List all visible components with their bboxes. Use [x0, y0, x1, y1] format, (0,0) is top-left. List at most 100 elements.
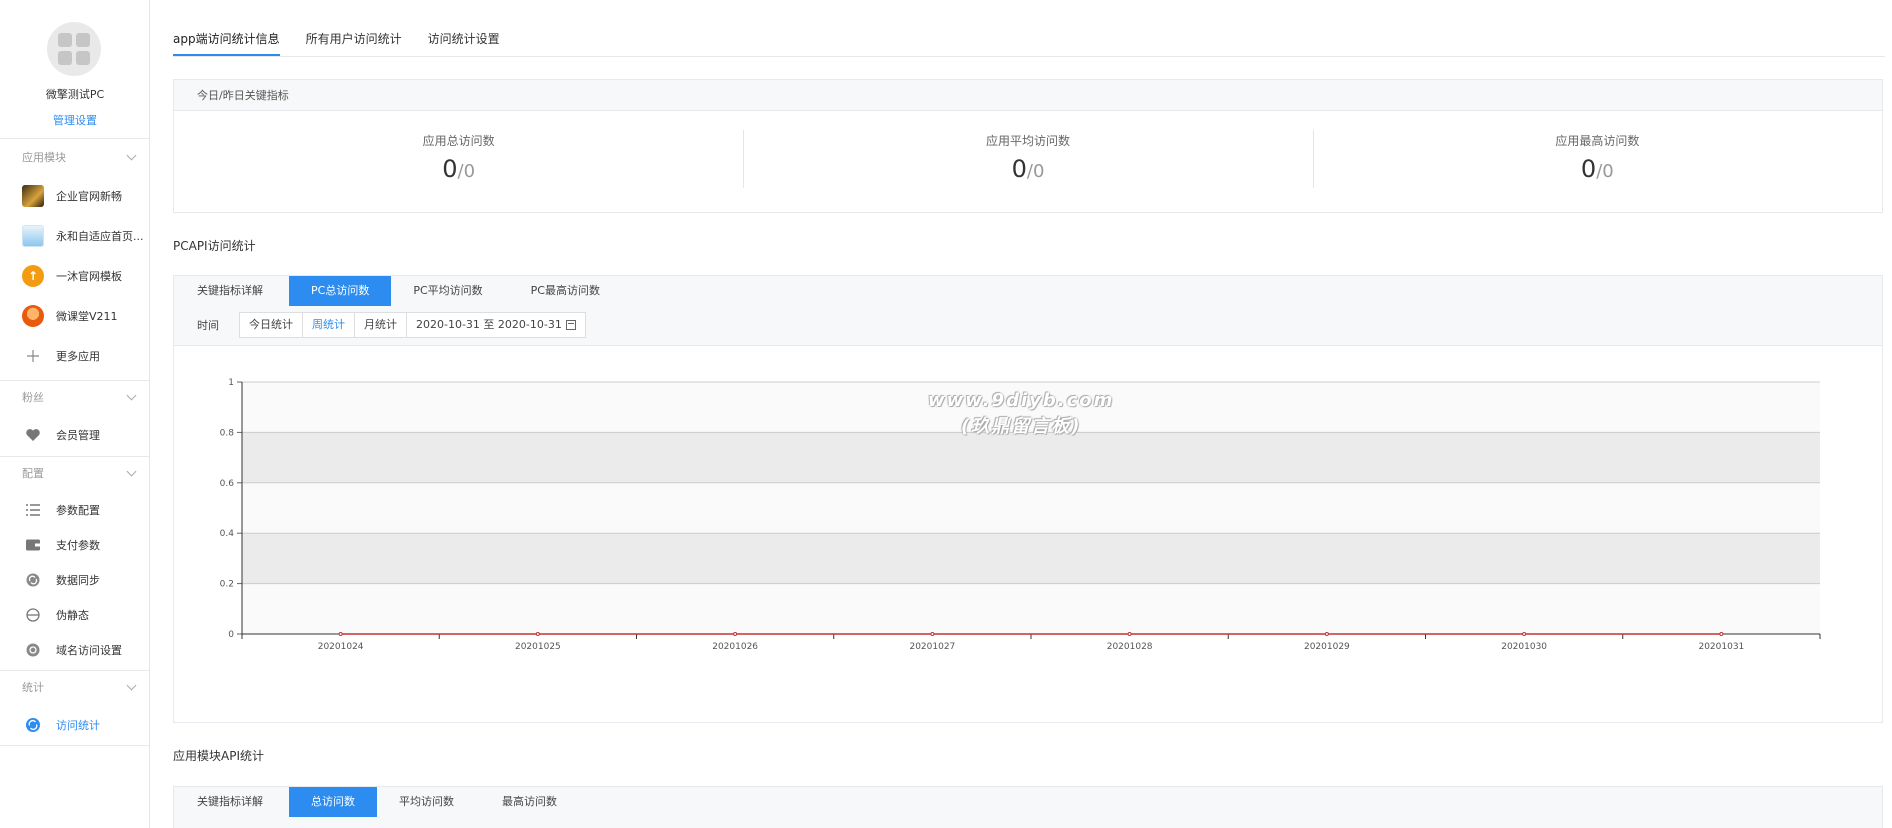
sidebar-item-data-sync[interactable]: 数据同步 [0, 564, 149, 596]
sync-icon [22, 569, 44, 591]
divider [0, 456, 149, 457]
data-point [1522, 632, 1527, 636]
x-tick-label: 20201026 [712, 642, 758, 652]
sidebar-item-domain[interactable]: 域名访问设置 [0, 634, 149, 666]
sidebar-item-label: 参数配置 [56, 504, 100, 517]
x-tick-label: 20201030 [1501, 642, 1547, 652]
data-point [1127, 632, 1132, 636]
tab-total-visits[interactable]: 总访问数 [289, 787, 377, 817]
sidebar-item-label: 支付参数 [56, 539, 100, 552]
manage-settings-link[interactable]: 管理设置 [0, 112, 150, 128]
list-icon [22, 499, 44, 521]
kpi-panel-title: 今日/昨日关键指标 [174, 80, 1882, 111]
time-filter-row: 时间 今日统计 周统计 月统计 2020-10-31 至 2020-10-31 [197, 312, 586, 338]
chevron-down-icon [126, 680, 137, 690]
main-content: app端访问统计信息 所有用户访问统计 访问统计设置 今日/昨日关键指标 应用总… [173, 0, 1885, 828]
app-logo [47, 22, 101, 76]
group-config[interactable]: 配置 [0, 459, 149, 487]
chevron-down-icon [126, 466, 137, 476]
sidebar-item-visit-stats[interactable]: 访问统计 [0, 709, 149, 741]
watermark: www.9diyb.com (玖鼎留言板) [928, 388, 1114, 440]
sidebar-item-app-3[interactable]: ↑ 一沐官网模板 [0, 260, 149, 292]
app-thumbnail-icon [22, 305, 44, 327]
sidebar-item-label: 会员管理 [56, 429, 100, 442]
divider [0, 745, 149, 746]
tab-key-metrics[interactable]: 关键指标详解 [197, 787, 289, 817]
rewrite-icon [22, 604, 44, 626]
kpi-yesterday: 0 [1032, 161, 1045, 182]
sidebar-item-label: 更多应用 [56, 350, 100, 363]
sidebar-item-label: 企业官网新畅 [56, 190, 122, 203]
data-point [535, 632, 540, 636]
sidebar-item-label: 数据同步 [56, 574, 100, 587]
kpi-value: 0/0 [743, 155, 1312, 183]
kpi-title: 应用最高访问数 [1555, 134, 1640, 148]
chevron-down-icon [126, 390, 137, 400]
tab-pc-max-visits[interactable]: PC最高访问数 [531, 276, 622, 306]
tab-key-metrics[interactable]: 关键指标详解 [197, 276, 289, 306]
sidebar-item-params[interactable]: 参数配置 [0, 494, 149, 526]
tab-avg-visits[interactable]: 平均访问数 [399, 787, 502, 817]
kpi-yesterday: 0 [1602, 161, 1614, 182]
divider [0, 138, 149, 139]
kpi-panel: 今日/昨日关键指标 应用总访问数 0/0 应用平均访问数 0/0 应用最高访问数… [173, 79, 1883, 213]
sidebar-item-members[interactable]: 会员管理 [0, 419, 149, 451]
group-label: 统计 [22, 681, 44, 694]
watermark-line-2: (玖鼎留言板) [960, 416, 1082, 437]
tab-pc-avg-visits[interactable]: PC平均访问数 [413, 276, 530, 306]
tab-pc-total-visits[interactable]: PC总访问数 [289, 276, 392, 306]
app-thumbnail-icon [22, 185, 44, 207]
tab-max-visits[interactable]: 最高访问数 [502, 787, 579, 817]
tab-app-visit-stats[interactable]: app端访问统计信息 [173, 24, 280, 56]
date-range-text: 2020-10-31 至 2020-10-31 [416, 318, 562, 331]
date-range-picker[interactable]: 2020-10-31 至 2020-10-31 [407, 313, 585, 337]
group-label: 粉丝 [22, 391, 44, 404]
data-point [930, 632, 935, 636]
kpi-avg-visits: 应用平均访问数 0/0 [743, 130, 1312, 188]
kpi-today: 0 [442, 155, 458, 183]
x-tick-label: 20201024 [318, 642, 364, 652]
y-tick-label: 1 [228, 378, 234, 388]
tab-visit-stats-settings[interactable]: 访问统计设置 [428, 24, 500, 56]
grid-band [242, 583, 1820, 634]
sidebar-item-app-1[interactable]: 企业官网新畅 [0, 180, 149, 212]
y-tick-label: 0.6 [220, 479, 235, 489]
x-tick-label: 20201027 [909, 642, 955, 652]
sidebar-item-label: 伪静态 [56, 609, 89, 622]
sidebar: 微擎测试PC 管理设置 应用模块 企业官网新畅 永和自适应首页... ↑ 一沐官… [0, 0, 150, 828]
sidebar-item-payment[interactable]: 支付参数 [0, 529, 149, 561]
option-month[interactable]: 月统计 [355, 313, 407, 337]
sidebar-item-app-4[interactable]: 微课堂V211 [0, 300, 149, 332]
x-tick-label: 20201025 [515, 642, 561, 652]
tab-all-user-visit-stats[interactable]: 所有用户访问统计 [306, 24, 402, 56]
sidebar-item-rewrite[interactable]: 伪静态 [0, 599, 149, 631]
pc-section-title: PCAPI访问统计 [173, 239, 256, 253]
y-tick-label: 0.8 [220, 428, 235, 438]
sidebar-item-more-apps[interactable]: 更多应用 [0, 340, 149, 372]
y-tick-label: 0.4 [220, 529, 235, 539]
plus-icon [22, 345, 44, 367]
option-week[interactable]: 周统计 [303, 313, 355, 337]
chart-toolbar: 关键指标详解 PC总访问数 PC平均访问数 PC最高访问数 时间 今日统计 周统… [174, 276, 1882, 346]
kpi-row: 应用总访问数 0/0 应用平均访问数 0/0 应用最高访问数 0/0 [174, 111, 1882, 207]
sidebar-item-label: 域名访问设置 [56, 644, 122, 657]
kpi-value: 0/0 [1313, 155, 1882, 183]
x-tick-label: 20201031 [1698, 642, 1744, 652]
time-label: 时间 [197, 319, 219, 332]
kpi-today: 0 [1011, 155, 1027, 183]
kpi-total-visits: 应用总访问数 0/0 [174, 130, 743, 188]
sidebar-item-app-2[interactable]: 永和自适应首页... [0, 220, 149, 252]
kpi-today: 0 [1580, 155, 1597, 183]
kpi-value: 0/0 [174, 155, 743, 183]
app-grid-icon [58, 33, 90, 65]
data-point [338, 632, 343, 636]
data-point [1719, 632, 1724, 636]
group-stats[interactable]: 统计 [0, 673, 149, 701]
calendar-icon [565, 320, 576, 330]
x-tick-label: 20201029 [1304, 642, 1350, 652]
option-today[interactable]: 今日统计 [240, 313, 303, 337]
sidebar-item-label: 永和自适应首页... [56, 230, 144, 243]
grid-band [242, 482, 1820, 534]
group-fans[interactable]: 粉丝 [0, 383, 149, 411]
group-app-modules[interactable]: 应用模块 [0, 143, 149, 171]
